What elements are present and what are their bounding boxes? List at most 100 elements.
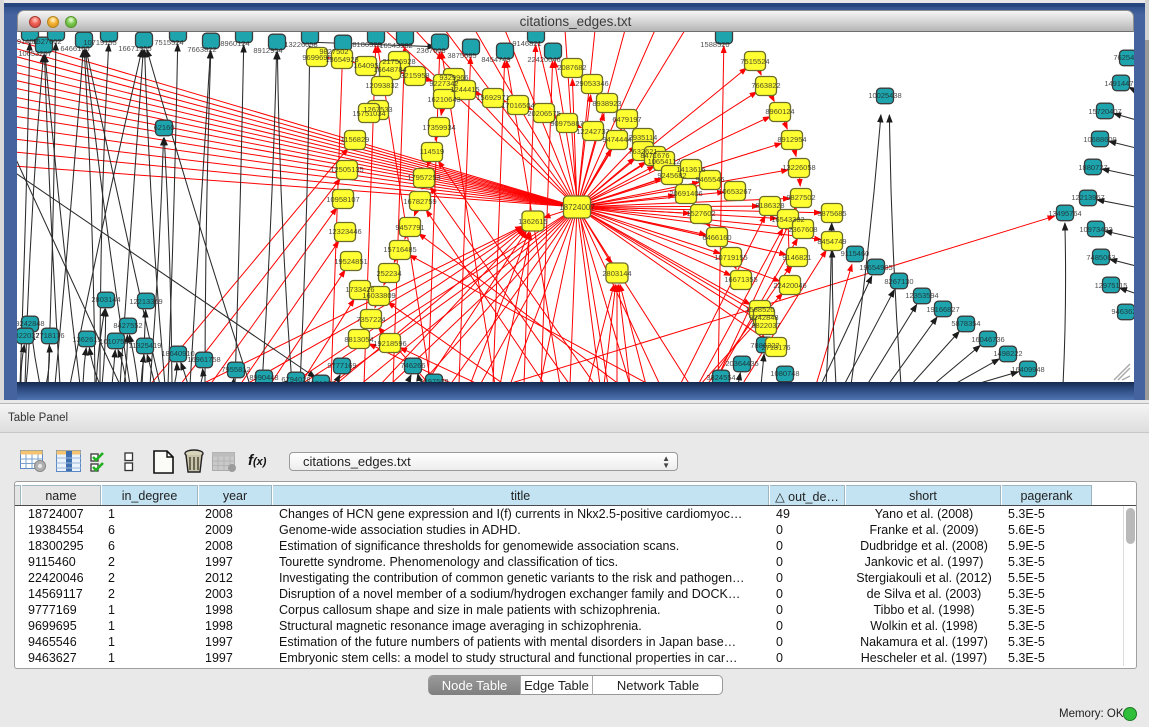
svg-text:20206575: 20206575 xyxy=(527,109,560,118)
svg-text:8822037: 8822037 xyxy=(751,321,780,330)
svg-text:2935114: 2935114 xyxy=(629,133,658,142)
svg-text:8960124: 8960124 xyxy=(765,107,794,116)
svg-text:13226058: 13226058 xyxy=(782,163,815,172)
svg-text:16671355: 16671355 xyxy=(118,44,151,53)
svg-text:1498222: 1498222 xyxy=(993,349,1022,358)
svg-text:12213369: 12213369 xyxy=(129,297,162,306)
svg-text:29053346: 29053346 xyxy=(575,79,608,88)
svg-text:2367608: 2367608 xyxy=(788,225,817,234)
svg-text:7663822: 7663822 xyxy=(187,45,216,54)
svg-text:8960124: 8960124 xyxy=(220,39,249,48)
svg-text:15751034: 15751034 xyxy=(352,109,385,118)
svg-text:62160: 62160 xyxy=(154,123,175,132)
svg-text:252234: 252234 xyxy=(376,269,401,278)
svg-text:1413616: 1413616 xyxy=(676,165,705,174)
svg-text:10958107: 10958107 xyxy=(326,195,359,204)
svg-text:1527602: 1527602 xyxy=(32,37,61,46)
svg-text:3824554: 3824554 xyxy=(706,373,735,382)
svg-text:10025438: 10025438 xyxy=(868,91,901,100)
svg-text:10688609: 10688609 xyxy=(1083,135,1116,144)
svg-text:9827502: 9827502 xyxy=(786,193,815,202)
svg-text:10653267: 10653267 xyxy=(718,187,751,196)
svg-text:20691406: 20691406 xyxy=(669,189,702,198)
svg-text:1527602: 1527602 xyxy=(686,209,715,218)
svg-text:19524851: 19524851 xyxy=(334,257,367,266)
svg-text:8267130: 8267130 xyxy=(884,277,913,286)
svg-text:746266: 746266 xyxy=(400,361,425,370)
svg-text:8938923: 8938923 xyxy=(592,99,621,108)
svg-text:9146821: 9146821 xyxy=(512,39,541,48)
svg-text:8186328: 8186328 xyxy=(755,201,784,210)
svg-text:8813054: 8813054 xyxy=(344,335,373,344)
svg-text:2803144: 2803144 xyxy=(602,269,631,278)
svg-text:9474444: 9474444 xyxy=(602,135,631,144)
svg-text:9777169: 9777169 xyxy=(327,361,356,370)
svg-text:8990448: 8990448 xyxy=(249,373,278,382)
svg-text:19166827: 19166827 xyxy=(926,305,959,314)
svg-text:1880727: 1880727 xyxy=(1078,163,1107,172)
svg-text:12505135: 12505135 xyxy=(330,165,363,174)
svg-text:16046736: 16046736 xyxy=(971,335,1004,344)
svg-text:19654985: 19654985 xyxy=(859,263,892,272)
svg-text:7515524: 7515524 xyxy=(154,38,183,47)
svg-text:1156829: 1156829 xyxy=(341,135,370,144)
svg-text:7485063: 7485063 xyxy=(1086,253,1115,262)
svg-text:16409948: 16409948 xyxy=(1011,365,1044,374)
svg-text:15716485: 15716485 xyxy=(383,245,416,254)
svg-text:5878354: 5878354 xyxy=(951,319,980,328)
svg-text:7955812: 7955812 xyxy=(221,365,250,374)
svg-text:3875685: 3875685 xyxy=(447,51,476,60)
svg-text:14914479: 14914479 xyxy=(1104,79,1134,88)
svg-text:12323446: 12323446 xyxy=(328,227,361,236)
svg-text:1080748: 1080748 xyxy=(770,369,799,378)
svg-text:9115460: 9115460 xyxy=(841,249,870,258)
svg-text:18724007: 18724007 xyxy=(559,203,595,212)
svg-text:8912954: 8912954 xyxy=(253,46,282,55)
svg-text:1244415: 1244415 xyxy=(450,85,479,94)
svg-text:7515524: 7515524 xyxy=(740,57,769,66)
svg-text:8454749: 8454749 xyxy=(481,55,510,64)
svg-text:6479197: 6479197 xyxy=(612,115,641,124)
svg-text:7357224: 7357224 xyxy=(356,315,385,324)
svg-text:13495764: 13495764 xyxy=(1048,209,1081,218)
svg-text:19218596: 19218596 xyxy=(373,339,406,348)
svg-text:1362615: 1362615 xyxy=(72,335,101,344)
svg-text:1362615: 1362615 xyxy=(518,217,547,226)
svg-text:7663822: 7663822 xyxy=(751,81,780,90)
svg-text:8912954: 8912954 xyxy=(777,135,806,144)
svg-text:1588520: 1588520 xyxy=(700,40,729,49)
svg-text:12975115: 12975115 xyxy=(1095,281,1128,290)
svg-text:10719155: 10719155 xyxy=(83,38,116,47)
svg-text:10653267: 10653267 xyxy=(18,49,51,58)
svg-text:8186328: 8186328 xyxy=(352,40,381,49)
svg-text:17957253: 17957253 xyxy=(407,173,440,182)
svg-text:6466160: 6466160 xyxy=(702,233,731,242)
svg-text:16671355: 16671355 xyxy=(724,275,757,284)
svg-text:20364436: 20364436 xyxy=(725,359,758,368)
svg-text:9242848: 9242848 xyxy=(17,319,45,328)
svg-text:10973493: 10973493 xyxy=(1079,225,1112,234)
svg-text:7625402: 7625402 xyxy=(1113,53,1134,62)
svg-text:10719155: 10719155 xyxy=(714,253,747,262)
svg-text:12353594: 12353594 xyxy=(905,291,938,300)
svg-text:2718176: 2718176 xyxy=(35,331,64,340)
svg-text:3875685: 3875685 xyxy=(817,209,846,218)
svg-text:16543382: 16543382 xyxy=(771,215,804,224)
svg-text:3215958: 3215958 xyxy=(400,71,429,80)
svg-text:2803144: 2803144 xyxy=(91,295,120,304)
svg-text:11325419: 11325419 xyxy=(129,341,162,350)
svg-text:2087682: 2087682 xyxy=(557,63,586,72)
svg-text:9457791: 9457791 xyxy=(395,223,424,232)
svg-text:12093832: 12093832 xyxy=(365,81,398,90)
svg-text:22420046: 22420046 xyxy=(527,55,560,64)
svg-text:9465546: 9465546 xyxy=(695,175,724,184)
svg-text:16961758: 16961758 xyxy=(187,355,220,364)
svg-text:2718176: 2718176 xyxy=(761,343,790,352)
svg-text:12213967: 12213967 xyxy=(1071,193,1104,202)
svg-text:17359934: 17359934 xyxy=(422,123,455,132)
svg-text:16210643: 16210643 xyxy=(427,95,460,104)
svg-text:16543382: 16543382 xyxy=(379,41,412,50)
svg-text:13226058: 13226058 xyxy=(284,40,317,49)
svg-text:9463627: 9463627 xyxy=(1111,307,1134,316)
svg-text:22420046: 22420046 xyxy=(773,281,806,290)
